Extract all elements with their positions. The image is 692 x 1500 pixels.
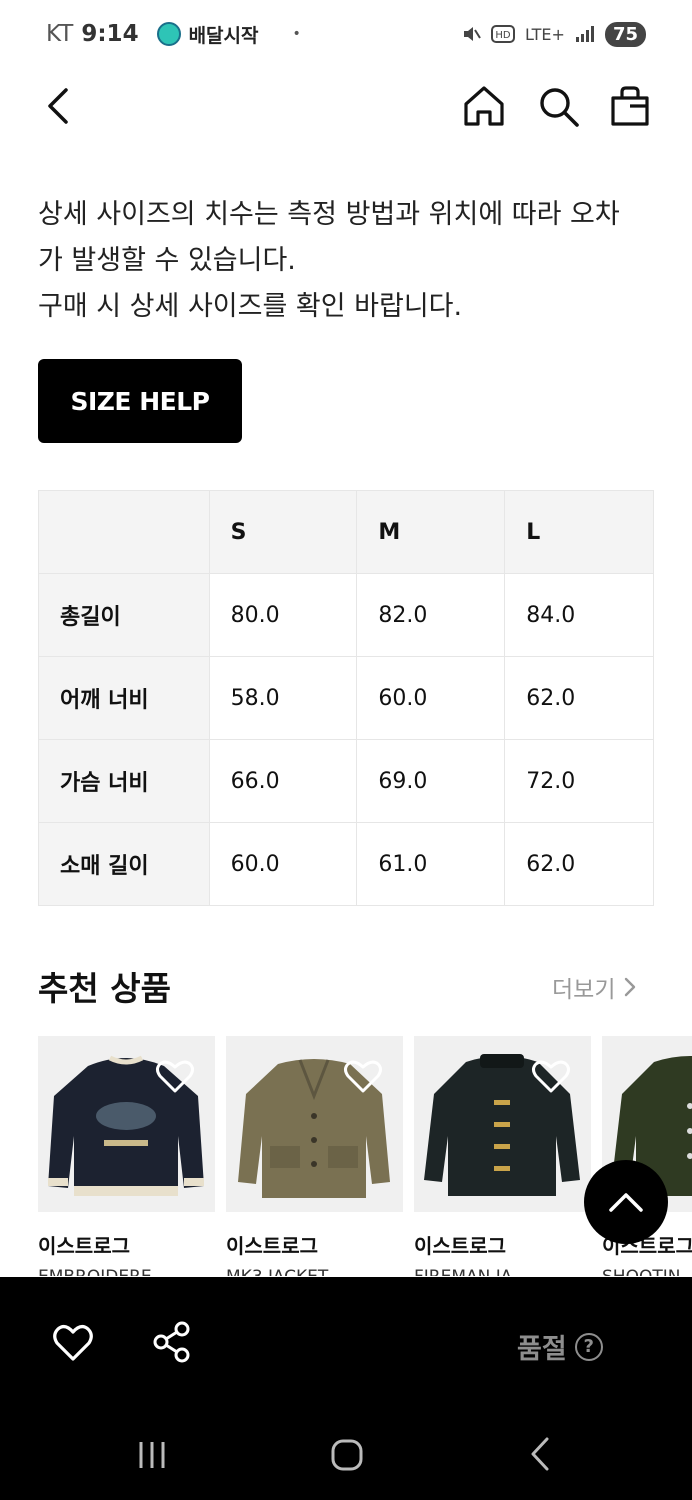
soldout-text: 품절 <box>517 1334 567 1365</box>
table-cell: 66.0 <box>208 739 358 823</box>
product-name: MK3 JACKET <box>226 1267 403 1276</box>
size-column-s: S <box>208 490 358 574</box>
recommended-title: 추천 상품 <box>38 969 171 1008</box>
table-row: 어깨 너비 58.0 60.0 62.0 <box>38 656 654 740</box>
chevron-up-icon <box>609 1193 643 1212</box>
table-cell: 82.0 <box>356 573 506 657</box>
svg-text:HD: HD <box>495 30 511 41</box>
size-notice: 상세 사이즈의 치수는 측정 방법과 위치에 따라 오차 가 발생할 수 있습니… <box>38 192 658 330</box>
row-label: 소매 길이 <box>38 822 210 906</box>
notification-dot: • <box>292 26 301 42</box>
table-row: 소매 길이 60.0 61.0 62.0 <box>38 822 654 906</box>
shopping-bag-icon[interactable] <box>608 84 652 128</box>
share-icon[interactable] <box>152 1321 192 1363</box>
hd-icon: HD <box>490 25 515 43</box>
app-notification-label: 배달시작 <box>188 24 259 47</box>
recommended-products: 이스트로그 EMBROIDERE 이스트로그 MK3 JACKET <box>38 1036 692 1276</box>
battery-indicator: 75 <box>604 21 646 47</box>
table-cell: 60.0 <box>356 656 506 740</box>
more-link[interactable]: 더보기 <box>552 970 637 1004</box>
product-image[interactable] <box>226 1036 403 1212</box>
chevron-right-icon <box>625 977 636 997</box>
size-table-header: S M L <box>38 490 654 574</box>
table-row: 가슴 너비 66.0 69.0 72.0 <box>38 739 654 823</box>
network-label: LTE+ <box>524 24 565 44</box>
help-icon[interactable]: ? <box>574 1332 603 1361</box>
product-brand: 이스트로그 <box>226 1234 318 1258</box>
carrier-label: KT <box>46 21 74 47</box>
product-name: SHOOTIN <box>602 1267 692 1276</box>
heart-icon[interactable] <box>531 1058 571 1094</box>
heart-icon[interactable] <box>343 1058 383 1094</box>
status-right: HD LTE+ 75 <box>461 21 646 47</box>
size-table: S M L 총길이 80.0 82.0 84.0 어깨 너비 58.0 60.0… <box>38 490 654 906</box>
table-cell: 84.0 <box>504 573 654 657</box>
system-nav-bar <box>0 1412 692 1500</box>
table-cell: 72.0 <box>504 739 654 823</box>
scroll-to-top-button[interactable] <box>584 1160 668 1244</box>
table-cell: 69.0 <box>356 739 506 823</box>
row-label: 가슴 너비 <box>38 739 210 823</box>
back-nav-icon[interactable] <box>528 1436 552 1472</box>
home-nav-icon[interactable] <box>330 1438 364 1472</box>
home-icon[interactable] <box>462 84 506 128</box>
table-cell: 60.0 <box>208 822 358 906</box>
recent-apps-icon[interactable] <box>136 1440 168 1470</box>
status-time: 9:14 <box>81 21 139 47</box>
table-cell: 62.0 <box>504 822 654 906</box>
page: KT 9:14 배달시작 • HD LTE+ 75 상세 사이즈의 치수는 측정… <box>0 0 692 1500</box>
notice-line-1: 상세 사이즈의 치수는 측정 방법과 위치에 따라 오차 <box>38 199 620 230</box>
size-column-m: M <box>356 490 506 574</box>
bottom-action-bar: 품절 ? <box>0 1277 692 1412</box>
product-card[interactable]: 이스트로그 FIREMAN JA <box>414 1036 591 1276</box>
size-table-corner <box>38 490 210 574</box>
table-cell: 58.0 <box>208 656 358 740</box>
product-card[interactable]: 이스트로그 MK3 JACKET <box>226 1036 403 1276</box>
product-image[interactable] <box>414 1036 591 1212</box>
row-label: 어깨 너비 <box>38 656 210 740</box>
heart-icon[interactable] <box>52 1323 94 1363</box>
table-cell: 61.0 <box>356 822 506 906</box>
product-name: FIREMAN JA <box>414 1267 591 1276</box>
product-name: EMBROIDERE <box>38 1267 215 1276</box>
top-nav <box>0 72 692 142</box>
search-icon[interactable] <box>536 84 580 128</box>
table-cell: 80.0 <box>208 573 358 657</box>
product-brand: 이스트로그 <box>414 1234 506 1258</box>
signal-icon <box>575 26 594 42</box>
app-notification-icon <box>156 22 181 46</box>
notice-line-2: 가 발생할 수 있습니다. <box>38 245 296 276</box>
heart-icon[interactable] <box>155 1058 195 1094</box>
more-label: 더보기 <box>552 977 616 1003</box>
row-label: 총길이 <box>38 573 210 657</box>
table-cell: 62.0 <box>504 656 654 740</box>
status-bar: KT 9:14 배달시작 • HD LTE+ 75 <box>0 0 692 68</box>
back-arrow-icon[interactable] <box>40 84 80 128</box>
product-image[interactable] <box>38 1036 215 1212</box>
soldout-label: 품절 ? <box>517 1327 603 1366</box>
product-brand: 이스트로그 <box>38 1234 130 1258</box>
size-column-l: L <box>504 490 654 574</box>
notice-line-3: 구매 시 상세 사이즈를 확인 바랍니다. <box>38 291 463 322</box>
table-row: 총길이 80.0 82.0 84.0 <box>38 573 654 657</box>
delivery-notification: 배달시작 <box>156 21 259 48</box>
mute-icon <box>463 27 481 41</box>
product-card[interactable]: 이스트로그 EMBROIDERE <box>38 1036 215 1276</box>
size-help-button[interactable]: SIZE HELP <box>38 359 242 443</box>
